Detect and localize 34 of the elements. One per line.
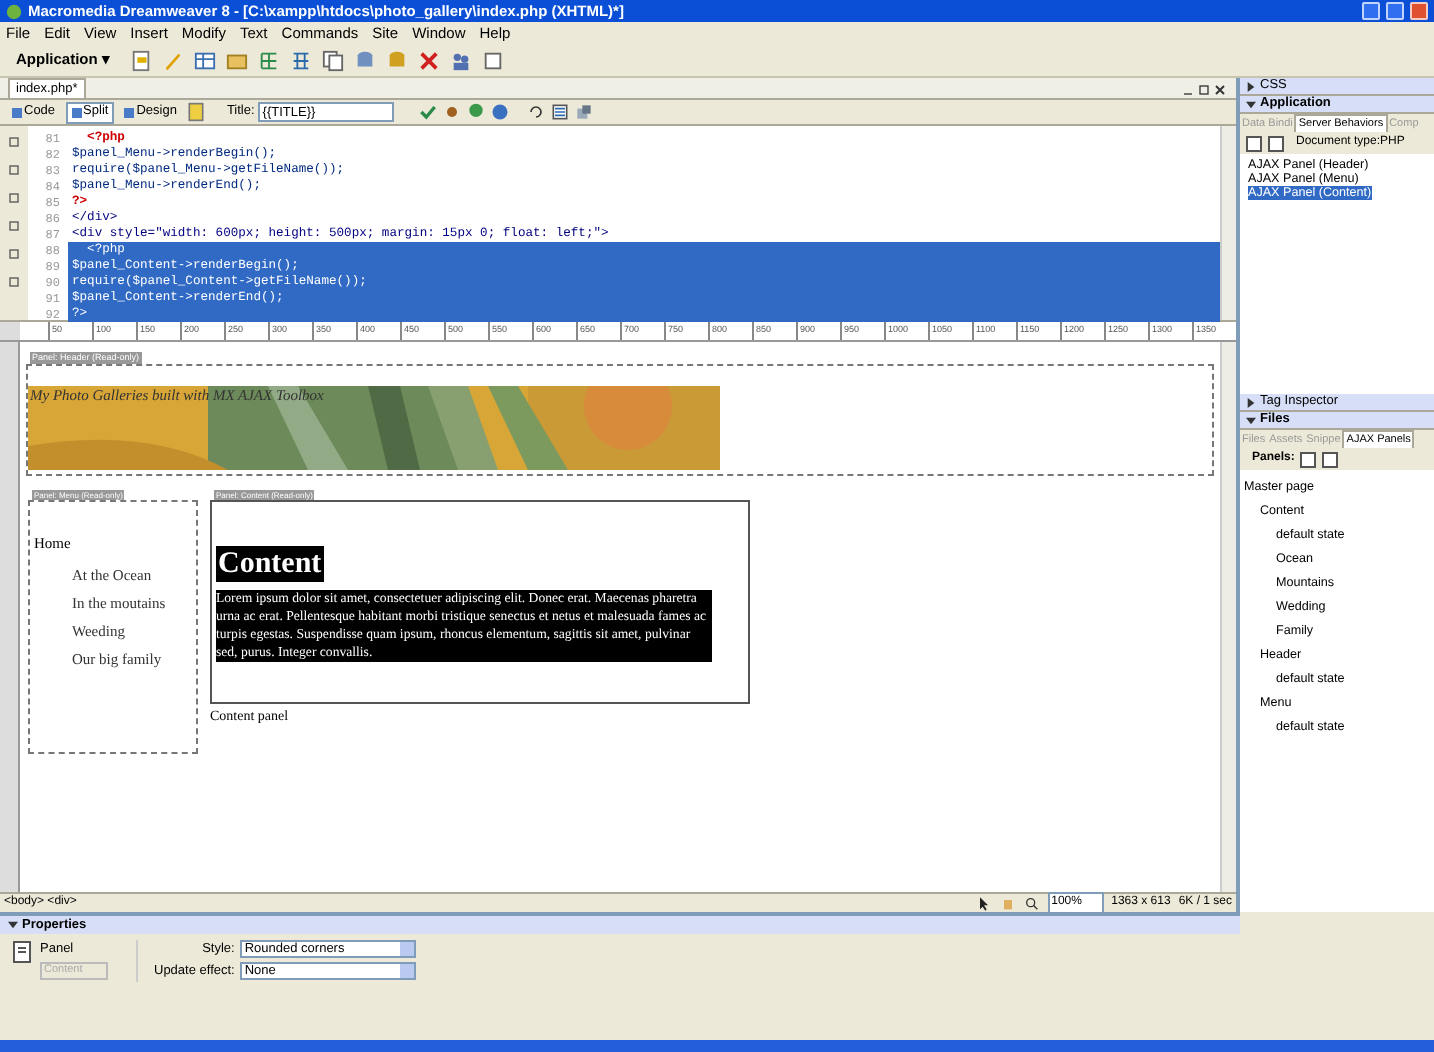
check-icon[interactable] [418,102,439,122]
expanded-arrow-icon [1246,99,1256,109]
close-button[interactable] [1410,2,1428,20]
expanded-arrow-icon [1246,415,1256,425]
delete-icon[interactable] [418,49,440,71]
users-icon[interactable] [450,49,472,71]
minimize-button[interactable] [1362,2,1380,20]
app-logo-icon [6,3,22,19]
pointer-icon[interactable] [975,895,992,911]
grid-icon[interactable] [290,49,312,71]
expanded-arrow-icon [8,920,18,930]
restore-icon[interactable] [1196,82,1212,98]
collapsed-arrow-icon [1246,397,1256,407]
zoom-icon[interactable] [1023,895,1040,911]
content-heading: Content [216,546,324,582]
close-icon[interactable] [1212,82,1228,98]
scrollbar[interactable] [1220,126,1236,320]
grid-icon[interactable] [258,49,280,71]
panel-icon [12,940,32,964]
restore-button[interactable] [1386,2,1404,20]
refresh-icon[interactable] [526,102,547,122]
add-button[interactable] [1300,451,1317,467]
layers-icon[interactable] [574,102,595,122]
table-icon[interactable] [194,49,216,71]
window-icon[interactable] [482,49,504,71]
folder-icon[interactable] [226,49,248,71]
collapsed-arrow-icon [1246,81,1256,91]
pages-icon[interactable] [322,49,344,71]
remove-button[interactable] [1268,135,1284,151]
add-button[interactable] [1246,135,1262,151]
ruler-corner [0,322,20,340]
scrollbar[interactable] [1220,342,1236,892]
remove-button[interactable] [1322,451,1339,467]
list-icon[interactable] [550,102,571,122]
